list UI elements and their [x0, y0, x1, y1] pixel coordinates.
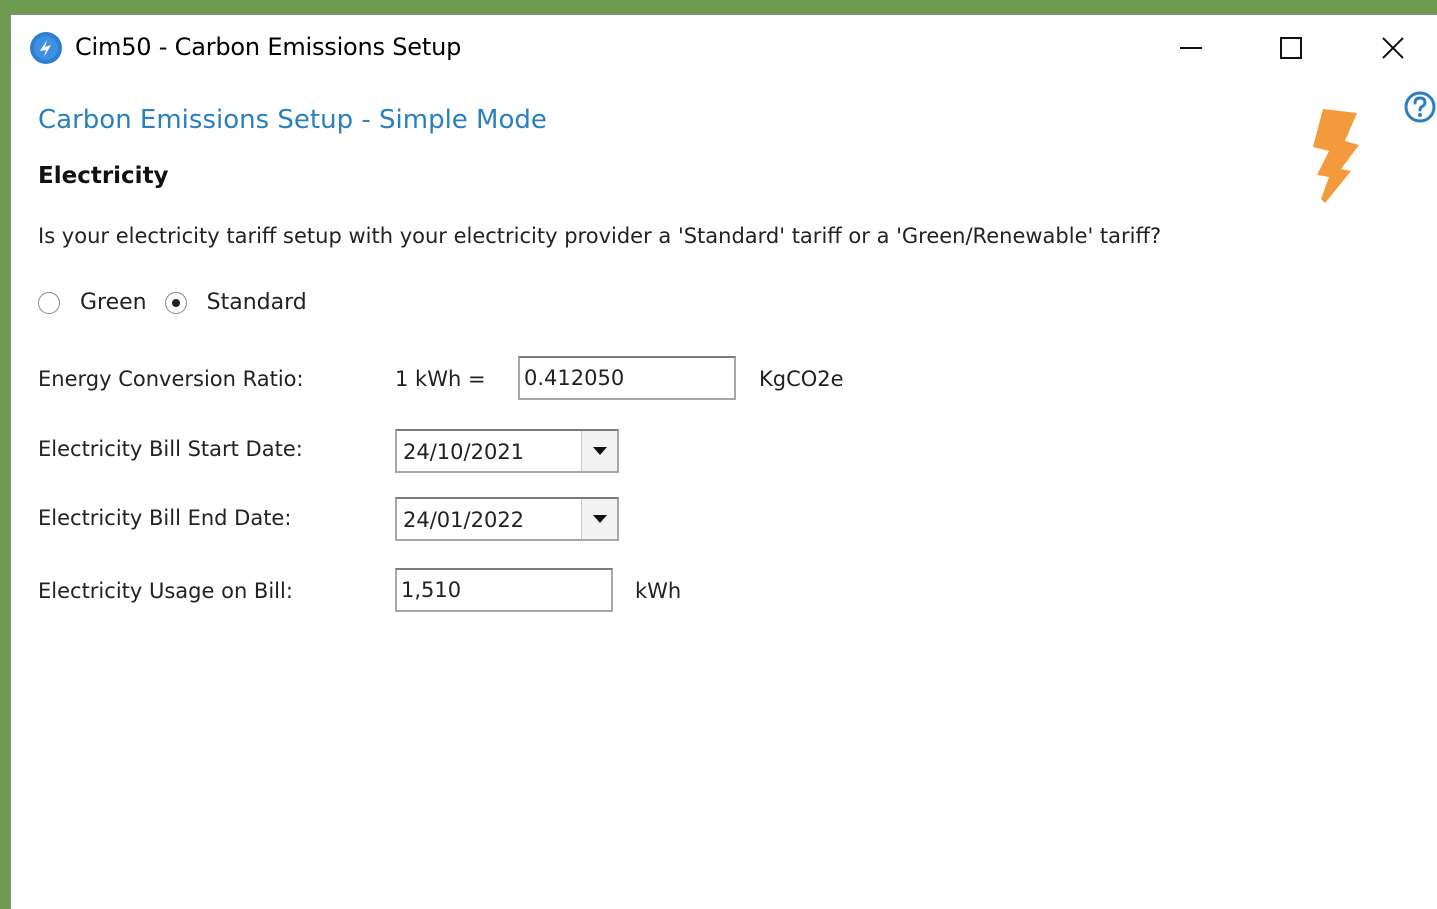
- radio-green-label[interactable]: Green: [80, 290, 147, 315]
- page-title: Carbon Emissions Setup - Simple Mode: [38, 105, 547, 135]
- lightning-bolt-icon: [1313, 109, 1359, 203]
- end-date-label: Electricity Bill End Date:: [38, 506, 292, 530]
- radio-selected-dot: [171, 298, 180, 307]
- usage-input[interactable]: [395, 568, 613, 612]
- conversion-ratio-label: Energy Conversion Ratio:: [38, 367, 304, 391]
- end-date-dropdown-button[interactable]: [581, 499, 617, 539]
- start-date-value: 24/10/2021: [403, 440, 525, 464]
- help-icon[interactable]: [1403, 90, 1437, 124]
- maximize-button[interactable]: [1251, 25, 1331, 71]
- radio-standard[interactable]: [164, 291, 187, 314]
- end-date-picker[interactable]: 24/01/2022: [395, 497, 619, 541]
- app-icon: [30, 32, 62, 64]
- usage-label: Electricity Usage on Bill:: [38, 579, 293, 603]
- maximize-icon: [1280, 37, 1302, 59]
- close-icon: [1382, 37, 1404, 59]
- conversion-unit: KgCO2e: [759, 367, 844, 391]
- conversion-ratio-input[interactable]: [518, 356, 736, 400]
- start-date-picker[interactable]: 24/10/2021: [395, 429, 619, 473]
- minimize-icon: [1180, 47, 1202, 49]
- conversion-prefix: 1 kWh =: [395, 367, 486, 391]
- window-title: Cim50 - Carbon Emissions Setup: [75, 33, 462, 61]
- dialog-window: Cim50 - Carbon Emissions Setup Carbon Em…: [10, 14, 1437, 909]
- start-date-dropdown-button[interactable]: [581, 431, 617, 471]
- tariff-radio-group: Green Standard: [38, 290, 325, 315]
- radio-green[interactable]: [38, 291, 60, 314]
- title-bar[interactable]: Cim50 - Carbon Emissions Setup: [11, 15, 1437, 83]
- tariff-question: Is your electricity tariff setup with yo…: [38, 224, 1162, 248]
- usage-unit: kWh: [635, 579, 682, 603]
- section-title-electricity: Electricity: [38, 163, 169, 189]
- end-date-value: 24/01/2022: [403, 508, 525, 532]
- start-date-label: Electricity Bill Start Date:: [38, 437, 303, 461]
- minimize-button[interactable]: [1151, 25, 1231, 71]
- radio-standard-label[interactable]: Standard: [207, 290, 307, 315]
- dropdown-arrow-icon: [592, 447, 607, 455]
- dropdown-arrow-icon: [592, 515, 607, 523]
- close-button[interactable]: [1353, 25, 1433, 71]
